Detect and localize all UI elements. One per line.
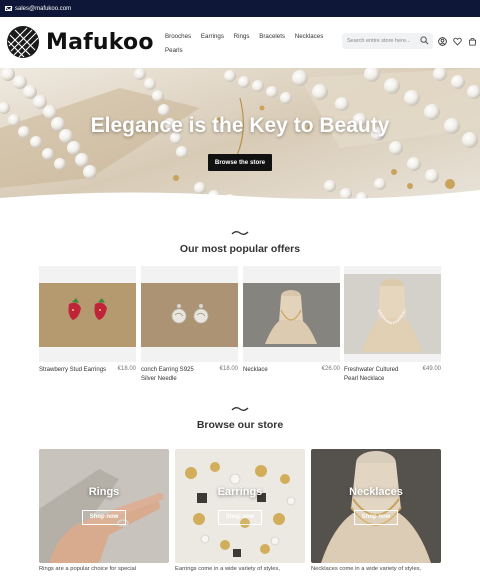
category-title: Necklaces (349, 486, 403, 498)
product-image[interactable] (39, 266, 136, 362)
shop-now-button[interactable]: Shop now (218, 510, 262, 525)
cart-icon[interactable] (468, 37, 477, 46)
brand-name[interactable]: Mafukoo (46, 30, 154, 55)
wave-divider-icon (231, 407, 249, 411)
product-price: €18.00 (219, 366, 238, 372)
nav-item-bracelets[interactable]: Bracelets (259, 33, 285, 40)
nav-item-brooches[interactable]: Brooches (165, 33, 191, 40)
wishlist-icon[interactable] (453, 37, 462, 46)
site-header: Mafukoo Brooches Earrings Rings Bracelet… (0, 17, 480, 68)
top-bar: sales@mafukoo.com (0, 0, 480, 17)
account-icon[interactable] (438, 37, 447, 46)
shop-now-button[interactable]: Shop now (82, 510, 126, 525)
category-image (175, 449, 305, 563)
category-title: Rings (88, 486, 120, 498)
main-nav: Brooches Earrings Rings Bracelets Neckla… (165, 30, 335, 58)
popular-section-title: Our most popular offers (179, 243, 301, 255)
product-price: €49.00 (422, 366, 441, 372)
nav-item-earrings[interactable]: Earrings (201, 33, 224, 40)
category-description: Necklaces come in a wide variety of styl… (311, 566, 422, 572)
product-name[interactable]: Strawberry Stud Earrings (39, 366, 107, 375)
search-placeholder: Search entire store here... (347, 38, 411, 44)
logo-icon[interactable] (7, 26, 39, 58)
hero-title: Elegance is the Key to Beauty (90, 114, 390, 137)
browse-store-button[interactable]: Browse the store (208, 154, 272, 171)
product-name[interactable]: Freshwater Cultured Pearl Necklace (344, 366, 412, 384)
hero-image (0, 68, 480, 213)
category-card-rings[interactable]: Rings Shop now (39, 449, 169, 563)
shop-now-button[interactable]: Shop now (354, 510, 398, 525)
search-input[interactable]: Search entire store here... (342, 33, 433, 49)
contact-email[interactable]: sales@mafukoo.com (15, 6, 71, 12)
category-image (39, 449, 169, 563)
mail-icon (5, 6, 12, 11)
wave-divider-icon (231, 231, 249, 235)
search-icon[interactable] (420, 36, 429, 45)
browse-section-title: Browse our store (196, 419, 284, 431)
nav-item-pearls[interactable]: Pearls (165, 47, 183, 54)
category-title: Earrings (217, 486, 263, 498)
category-image (311, 449, 441, 563)
product-image[interactable] (243, 266, 340, 362)
category-description: Earrings come in a wide variety of style… (175, 566, 281, 572)
category-card-earrings[interactable]: Earrings Shop now (175, 449, 305, 563)
product-image[interactable] (141, 266, 238, 362)
product-name[interactable]: conch Earring S925 Silver Needle (141, 366, 209, 384)
product-price: €26.00 (321, 366, 340, 372)
product-name[interactable]: Necklace (243, 366, 311, 375)
category-description: Rings are a popular choice for special (39, 566, 136, 572)
hero-banner (0, 68, 480, 213)
nav-item-necklaces[interactable]: Necklaces (295, 33, 324, 40)
nav-item-rings[interactable]: Rings (234, 33, 250, 40)
product-image[interactable] (344, 266, 441, 362)
category-card-necklaces[interactable]: Necklaces Shop now (311, 449, 441, 563)
product-price: €18.00 (117, 366, 136, 372)
